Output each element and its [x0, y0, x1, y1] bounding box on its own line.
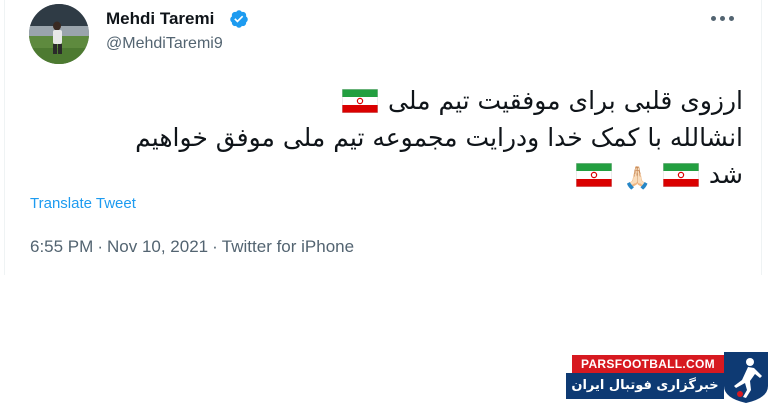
verified-badge-icon	[230, 10, 248, 28]
tweet-line-1: ارزوی قلبی برای موفقیت تیم ملی	[29, 82, 743, 119]
tweet-date[interactable]: Nov 10, 2021	[107, 237, 208, 256]
flag-iran-icon	[575, 163, 612, 187]
tweet-time[interactable]: 6:55 PM	[30, 237, 93, 256]
more-options-icon[interactable]	[711, 9, 737, 29]
watermark-site-url: PARSFOOTBALL.COM	[572, 355, 724, 373]
user-handle[interactable]: @MehdiTaremi9	[106, 34, 223, 54]
meta-separator: ·	[97, 237, 103, 256]
tweet-card: Mehdi Taremi @MehdiTaremi9 ارزوی قلبی بر…	[4, 0, 762, 275]
flag-iran-icon	[342, 89, 379, 113]
tweet-text: ارزوی قلبی برای موفقیت تیم ملی انشالله ب…	[29, 82, 743, 197]
watermark-tagline: خبرگزاری فوتبال ایران	[566, 373, 724, 399]
folded-hands-icon: 🙏🏻	[623, 166, 652, 191]
parsfootball-watermark: PARSFOOTBALL.COM خبرگزاری فوتبال ایران	[566, 350, 772, 406]
tweet-meta: 6:55 PM · Nov 10, 2021 · Twitter for iPhone	[30, 236, 354, 258]
flag-iran-icon	[662, 163, 699, 187]
tweet-line-2: انشالله با کمک خدا ودرایت مجموعه تیم ملی…	[135, 123, 743, 152]
translate-tweet-link[interactable]: Translate Tweet	[30, 195, 136, 213]
parsfootball-logo-icon	[724, 352, 768, 403]
avatar[interactable]	[29, 4, 89, 64]
tweet-line-3: شد 🙏🏻	[29, 156, 743, 197]
tweet-source[interactable]: Twitter for iPhone	[222, 237, 354, 256]
meta-separator: ·	[212, 237, 218, 256]
display-name[interactable]: Mehdi Taremi	[106, 8, 214, 30]
